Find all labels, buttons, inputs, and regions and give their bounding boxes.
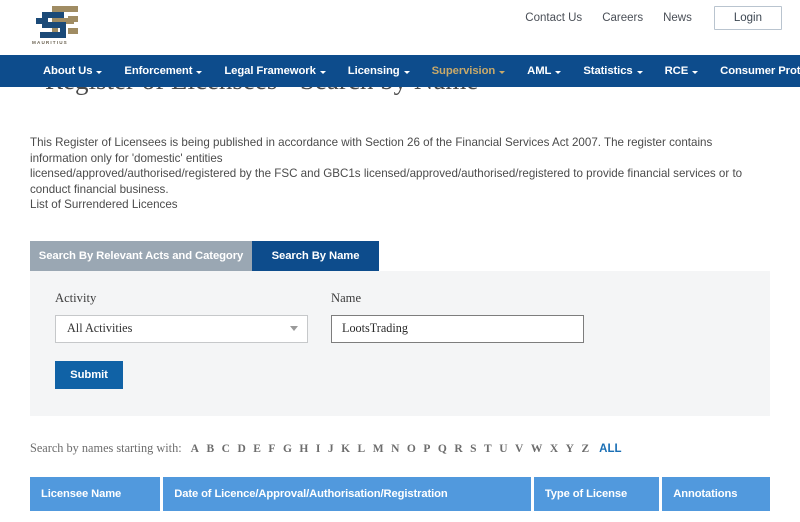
search-form: Activity All Activities Name Submit <box>30 270 770 416</box>
intro-line-2: licensed/approved/authorised/registered … <box>30 167 743 196</box>
nav-item-consumer-protection[interactable]: Consumer Protection <box>709 65 800 77</box>
chevron-down-icon <box>403 70 410 74</box>
alpha-letter-l[interactable]: L <box>358 443 366 455</box>
main-navigation: About Us Enforcement Legal Framework Lic… <box>0 55 800 87</box>
alpha-letter-list: A B C D E F G H I J K L M N O P Q R S T … <box>191 443 590 455</box>
alpha-letter-s[interactable]: S <box>470 443 476 455</box>
chevron-down-icon <box>636 70 643 74</box>
alpha-letter-k[interactable]: K <box>341 443 350 455</box>
column-header-annotations[interactable]: Annotations <box>662 476 770 511</box>
utility-links: Contact Us Careers News Login <box>525 6 782 30</box>
alpha-filter-label: Search by names starting with: <box>30 440 182 455</box>
activity-label: Activity <box>55 290 97 305</box>
results-table-header: Licensee Name Date of Licence/Approval/A… <box>30 476 770 511</box>
utility-link-careers[interactable]: Careers <box>602 12 643 24</box>
alpha-letter-w[interactable]: W <box>531 443 543 455</box>
alpha-letter-a[interactable]: A <box>191 443 199 455</box>
nav-label-licensing: Licensing <box>347 65 400 77</box>
top-utility-bar: MAURITIUS Contact Us Careers News Login <box>0 0 800 55</box>
alpha-letter-h[interactable]: H <box>299 443 308 455</box>
nav-label-statistics: Statistics <box>583 65 633 77</box>
alpha-letter-e[interactable]: E <box>253 443 261 455</box>
alpha-letter-p[interactable]: P <box>423 443 430 455</box>
alpha-letter-z[interactable]: Z <box>581 443 589 455</box>
name-label: Name <box>331 290 362 305</box>
alpha-letter-j[interactable]: J <box>328 443 334 455</box>
intro-line-1: This Register of Licensees is being publ… <box>30 136 713 165</box>
alpha-filter: Search by names starting with: A B C D E… <box>30 441 800 456</box>
name-field-group: Name <box>331 291 584 343</box>
activity-selected-value: All Activities <box>67 321 133 335</box>
fsc-logo-icon <box>36 6 78 38</box>
nav-item-enforcement[interactable]: Enforcement <box>113 65 213 77</box>
nav-label-supervision: Supervision <box>431 65 496 77</box>
name-input[interactable] <box>331 314 584 343</box>
chevron-down-icon <box>555 70 562 74</box>
nav-item-aml[interactable]: AML <box>516 65 572 77</box>
nav-item-statistics[interactable]: Statistics <box>572 65 653 77</box>
page-title: Register of Licensees - Search by Name <box>45 87 478 96</box>
alpha-letter-q[interactable]: Q <box>438 443 447 455</box>
column-header-type-of-license[interactable]: Type of License <box>533 476 660 511</box>
utility-link-news[interactable]: News <box>663 12 692 24</box>
chevron-down-icon <box>290 326 298 331</box>
fsc-mauritius-logo[interactable]: MAURITIUS <box>30 4 90 52</box>
nav-label-aml: AML <box>527 65 552 77</box>
alpha-letter-x[interactable]: X <box>550 443 558 455</box>
nav-item-licensing[interactable]: Licensing <box>337 65 421 77</box>
nav-label-enforcement: Enforcement <box>124 65 193 77</box>
alpha-letter-b[interactable]: B <box>206 443 214 455</box>
tab-search-by-relevant-acts-and-category[interactable]: Search By Relevant Acts and Category <box>30 240 252 271</box>
alpha-letter-y[interactable]: Y <box>566 443 574 455</box>
chevron-down-icon <box>96 70 103 74</box>
nav-label-about-us: About Us <box>43 65 93 77</box>
nav-item-rce[interactable]: RCE <box>654 65 710 77</box>
alpha-letter-f[interactable]: F <box>268 443 275 455</box>
nav-label-consumer-protection: Consumer Protection <box>720 65 800 77</box>
nav-label-legal-framework: Legal Framework <box>224 65 316 77</box>
chevron-down-icon <box>319 70 326 74</box>
alpha-letter-o[interactable]: O <box>407 443 416 455</box>
column-header-licensee-name[interactable]: Licensee Name <box>30 476 161 511</box>
column-header-date-of-licence[interactable]: Date of Licence/Approval/Authorisation/R… <box>163 476 531 511</box>
alpha-letter-i[interactable]: I <box>316 443 320 455</box>
alpha-letter-n[interactable]: N <box>391 443 399 455</box>
search-tabs: Search By Relevant Acts and Category Sea… <box>30 240 770 271</box>
form-row: Activity All Activities Name <box>55 291 745 343</box>
chevron-down-icon <box>196 70 203 74</box>
chevron-down-icon <box>692 70 699 74</box>
nav-label-rce: RCE <box>664 65 689 77</box>
intro-paragraph: This Register of Licensees is being publ… <box>0 117 800 213</box>
submit-button[interactable]: Submit <box>55 360 123 389</box>
search-panel: Search By Relevant Acts and Category Sea… <box>0 240 800 416</box>
utility-link-contact-us[interactable]: Contact Us <box>525 12 582 24</box>
intro-line-3: List of Surrendered Licences <box>30 198 178 211</box>
alpha-letter-d[interactable]: D <box>237 443 245 455</box>
alpha-letter-u[interactable]: U <box>499 443 507 455</box>
chevron-down-icon <box>499 70 506 74</box>
activity-select[interactable]: All Activities <box>55 314 308 343</box>
page-title-zone: Register of Licensees - Search by Name <box>0 87 800 117</box>
logo-caption: MAURITIUS <box>32 40 68 45</box>
alpha-letter-r[interactable]: R <box>454 443 462 455</box>
alpha-letter-m[interactable]: M <box>373 443 384 455</box>
alpha-letter-t[interactable]: T <box>484 443 492 455</box>
nav-item-about-us[interactable]: About Us <box>32 65 113 77</box>
alpha-letter-c[interactable]: C <box>222 443 230 455</box>
tab-search-by-name[interactable]: Search By Name <box>252 240 379 271</box>
alpha-letter-g[interactable]: G <box>283 443 292 455</box>
alpha-letter-v[interactable]: V <box>515 443 523 455</box>
activity-field-group: Activity All Activities <box>55 291 308 343</box>
login-button[interactable]: Login <box>713 6 782 30</box>
nav-item-supervision[interactable]: Supervision <box>421 65 517 77</box>
alpha-filter-all[interactable]: ALL <box>599 443 621 455</box>
nav-item-legal-framework[interactable]: Legal Framework <box>213 65 336 77</box>
